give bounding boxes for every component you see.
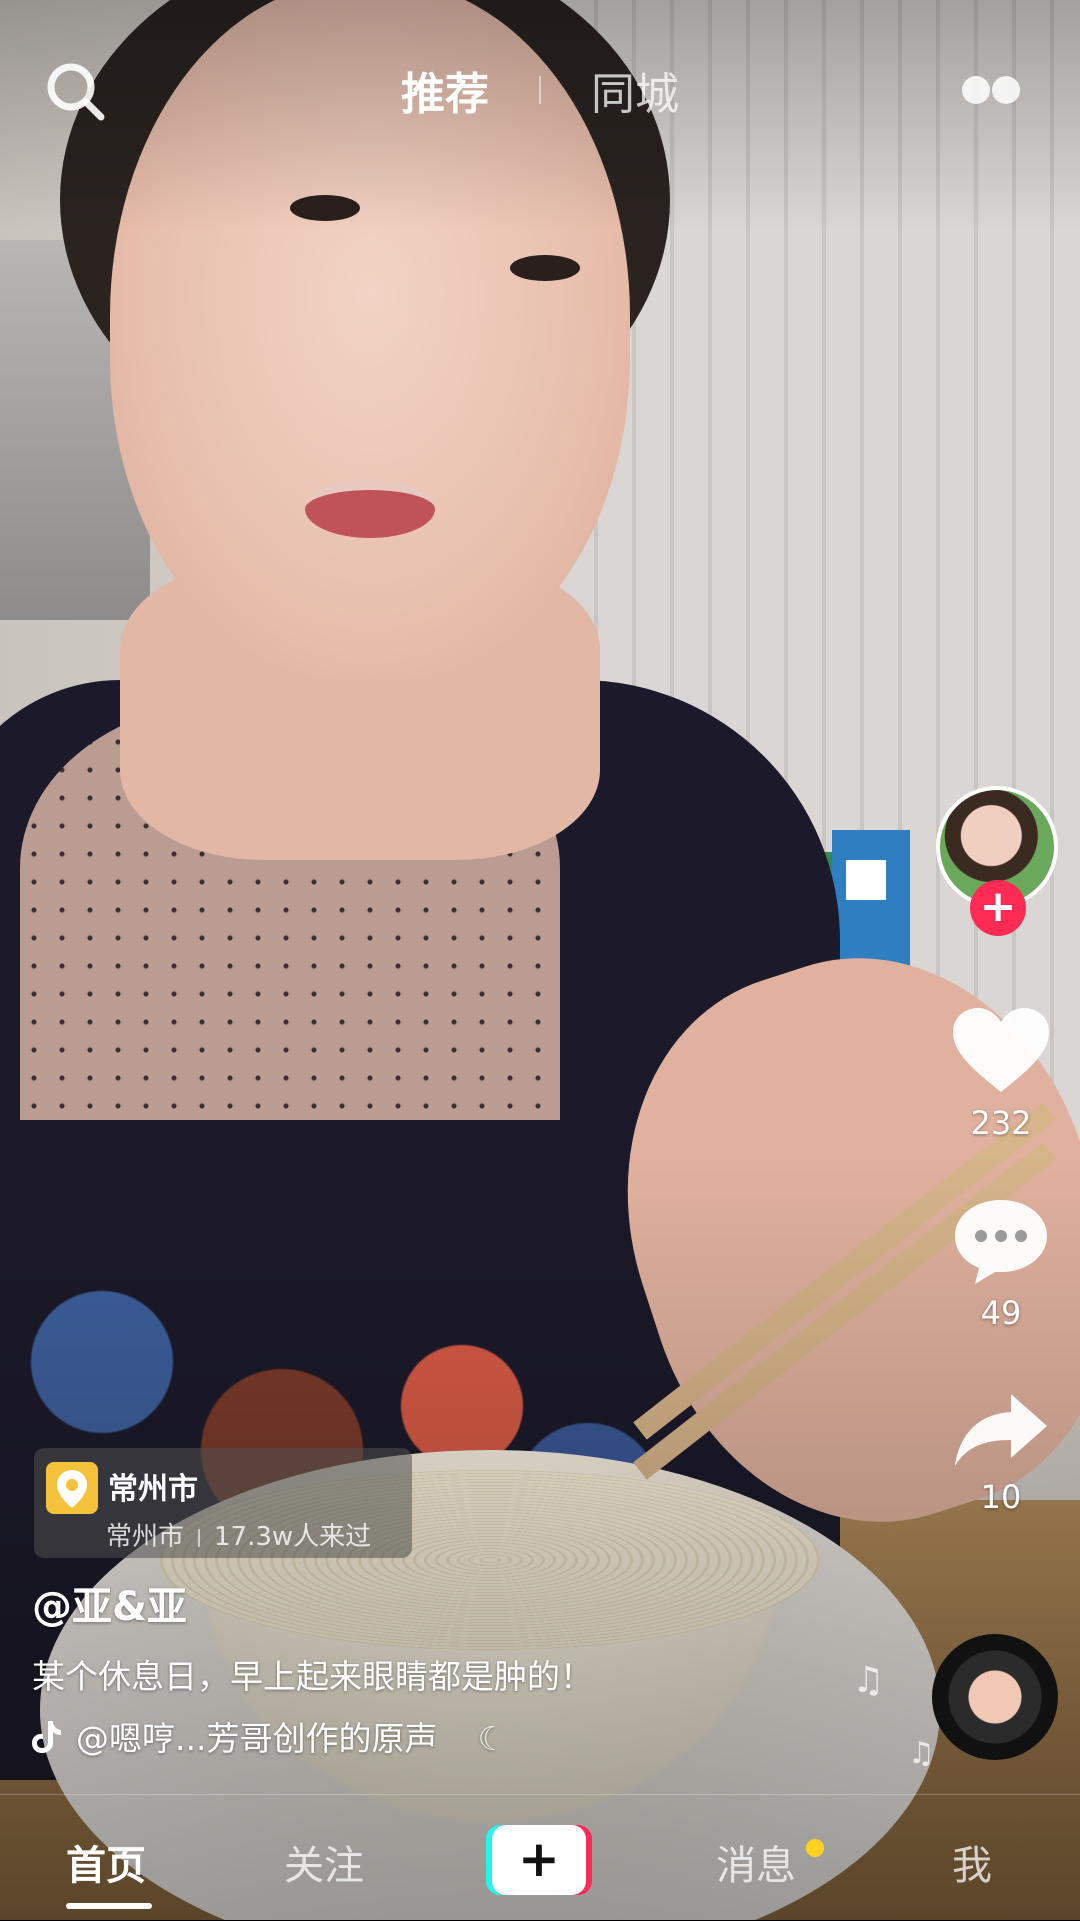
video-description: 某个休息日，早上起来眼睛都是肿的！ (32, 1657, 593, 1696)
nav-following[interactable]: 关注 (284, 1833, 364, 1891)
follow-button[interactable]: + (970, 880, 1026, 936)
music-note-icon: ♫ (908, 1736, 935, 1771)
plus-icon: + (492, 1825, 586, 1895)
music-disc-icon[interactable] (932, 1634, 1058, 1760)
tab-local[interactable]: 同城 (577, 58, 693, 122)
tab-recommended[interactable]: 推荐 (387, 58, 503, 122)
music-note-icon: ♫ (852, 1660, 885, 1701)
location-title: 常州市 (108, 1472, 198, 1507)
heart-icon (953, 1008, 1049, 1092)
video-overlay (0, 0, 1080, 1920)
more-dots-icon[interactable] (962, 76, 1022, 104)
comment-button[interactable]: 49 (931, 1196, 1071, 1332)
nav-messages[interactable]: 消息 (716, 1833, 796, 1891)
author-avatar-group: + (936, 786, 1064, 946)
notification-dot (806, 1839, 824, 1857)
author-name[interactable]: @亚&亚 (32, 1574, 187, 1632)
comment-icon (955, 1200, 1047, 1284)
share-button[interactable]: 10 (931, 1390, 1071, 1516)
location-pin-icon (46, 1462, 98, 1514)
share-arrow-icon (955, 1394, 1047, 1466)
feed-tabs: 推荐 同城 (0, 58, 1080, 122)
location-city: 常州市 (106, 1522, 185, 1552)
video-player[interactable] (0, 0, 1080, 1920)
like-count: 232 (970, 1104, 1032, 1142)
nav-home[interactable]: 首页 (66, 1833, 152, 1909)
music-scroll-icon: ☾ (477, 1719, 508, 1758)
divider (198, 1528, 201, 1547)
like-button[interactable]: 232 (931, 1006, 1071, 1142)
create-button[interactable]: + (486, 1825, 592, 1895)
share-count: 10 (980, 1478, 1022, 1516)
tiktok-logo-icon (30, 1719, 62, 1763)
nav-profile[interactable]: 我 (952, 1833, 992, 1891)
music-info[interactable]: @嗯哼...芳哥创作的原声 ☾ (30, 1712, 507, 1763)
location-visits: 17.3w人来过 (214, 1522, 372, 1552)
location-chip[interactable]: 常州市 常州市 17.3w人来过 (34, 1448, 412, 1558)
bottom-nav: 首页 关注 + 消息 我 (0, 1794, 1080, 1921)
top-bar: 推荐 同城 (0, 0, 1080, 180)
location-subtitle: 常州市 17.3w人来过 (106, 1516, 371, 1553)
music-title: @嗯哼...芳哥创作的原声 (76, 1719, 438, 1758)
tab-divider (539, 76, 541, 104)
comment-count: 49 (980, 1294, 1022, 1332)
